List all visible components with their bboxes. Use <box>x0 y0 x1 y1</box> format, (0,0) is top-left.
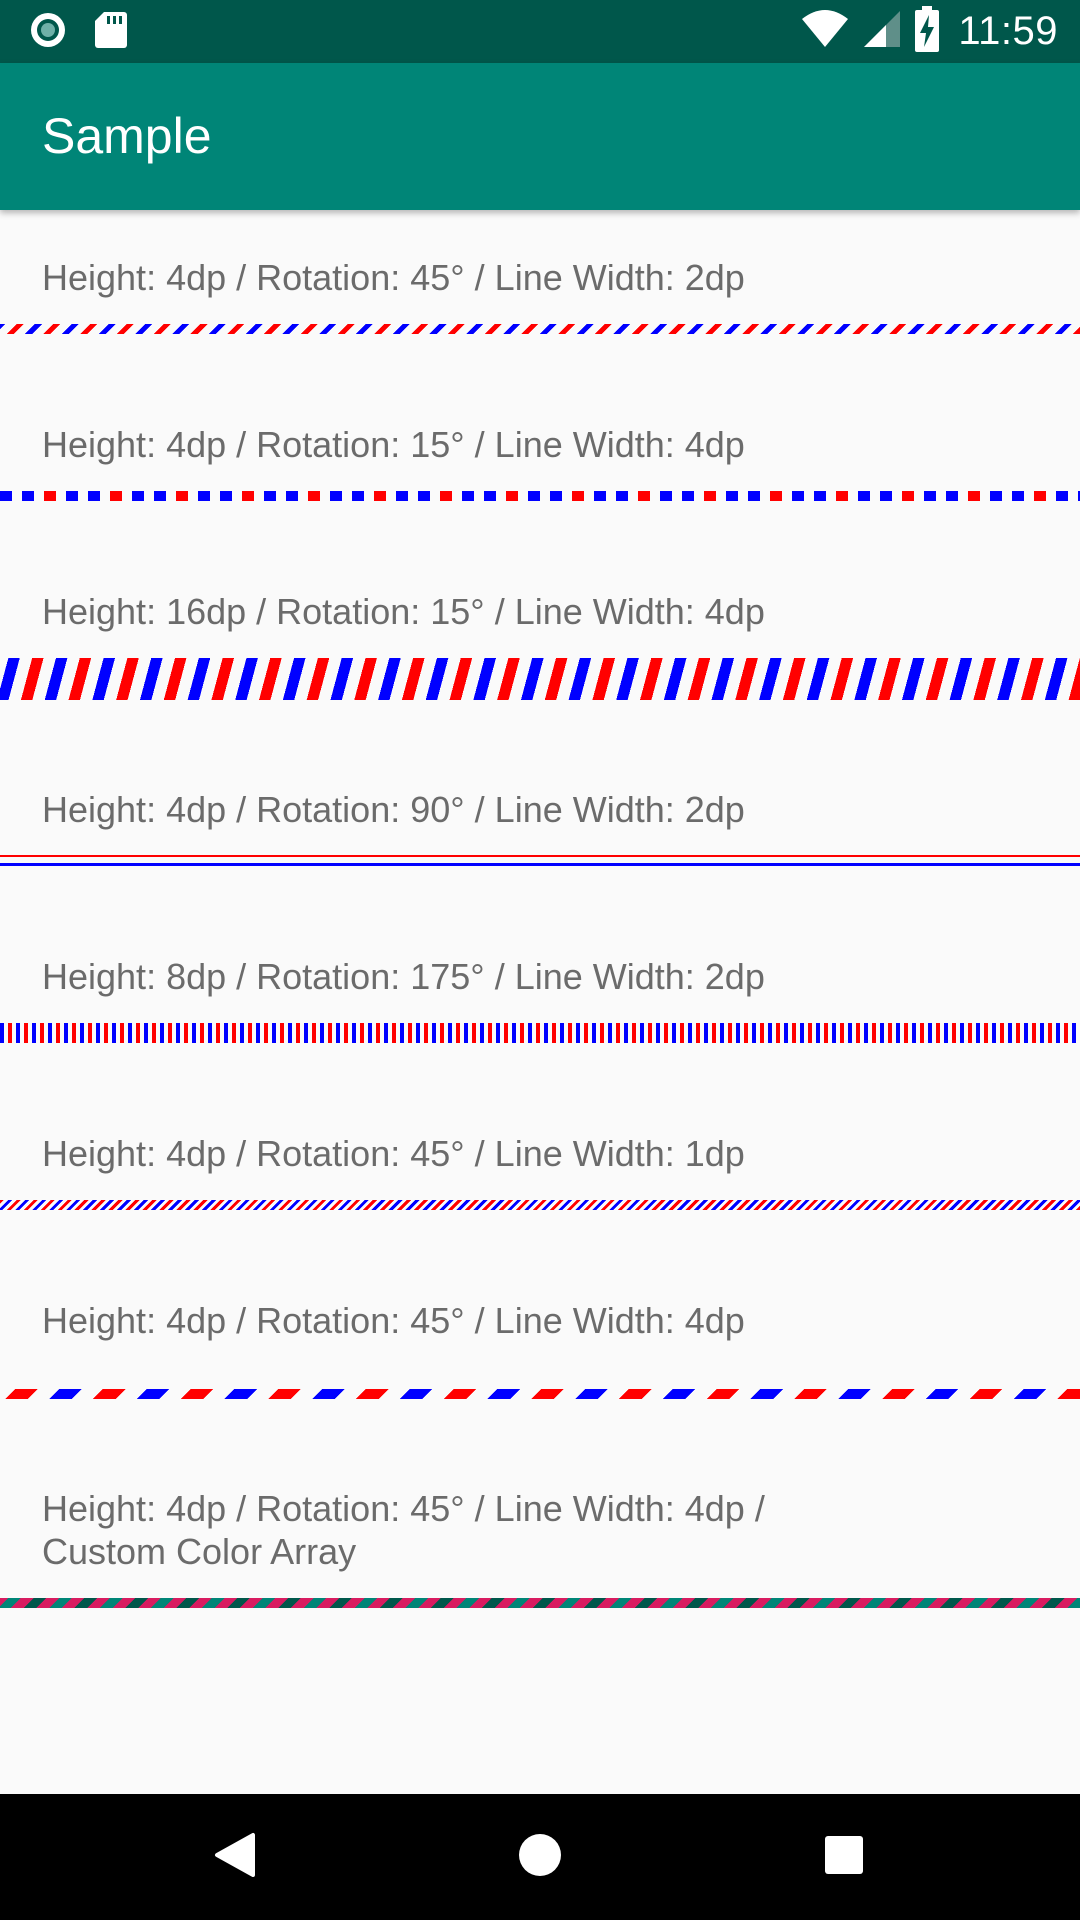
status-right-icons: 11:59 <box>800 5 1058 57</box>
stripe-view-5 <box>0 1023 1080 1043</box>
recents-button[interactable] <box>814 1827 874 1887</box>
sample-label-5: Height: 8dp / Rotation: 175° / Line Widt… <box>42 956 765 997</box>
app-bar: Sample <box>0 63 1080 210</box>
stripe-view-4 <box>0 855 1080 867</box>
stripe-view-7 <box>0 1389 1080 1399</box>
stripe-view-1 <box>0 324 1080 334</box>
stripe-view-2 <box>0 491 1080 501</box>
sample-label-7: Height: 4dp / Rotation: 45° / Line Width… <box>42 1300 745 1341</box>
home-button[interactable] <box>510 1827 570 1887</box>
back-button[interactable] <box>205 1827 265 1887</box>
sample-label-2: Height: 4dp / Rotation: 15° / Line Width… <box>42 424 745 465</box>
sample-label-4: Height: 4dp / Rotation: 90° / Line Width… <box>42 789 745 830</box>
wifi-icon <box>800 9 850 54</box>
record-icon <box>28 10 68 55</box>
sample-label-3: Height: 16dp / Rotation: 15° / Line Widt… <box>42 591 765 632</box>
sample-label-1: Height: 4dp / Rotation: 45° / Line Width… <box>42 257 745 298</box>
cell-signal-icon <box>862 9 902 54</box>
back-icon <box>213 1831 257 1884</box>
status-time: 11:59 <box>958 8 1058 53</box>
status-left-icons <box>28 10 128 55</box>
stripe-view-3 <box>0 658 1080 700</box>
sd-card-icon <box>94 10 128 55</box>
recents-icon <box>823 1834 865 1881</box>
home-icon <box>518 1833 562 1882</box>
navigation-bar <box>0 1794 1080 1920</box>
sample-label-8-line-1: Height: 4dp / Rotation: 45° / Line Width… <box>42 1488 765 1529</box>
sample-label-6: Height: 4dp / Rotation: 45° / Line Width… <box>42 1133 745 1174</box>
stripe-view-8 <box>0 1598 1080 1608</box>
sample-label-8-line-2: Custom Color Array <box>42 1531 357 1572</box>
app-title: Sample <box>42 108 212 164</box>
stripe-view-6 <box>0 1200 1080 1210</box>
status-bar: 11:59 <box>0 0 1080 63</box>
battery-charging-icon <box>914 5 940 57</box>
